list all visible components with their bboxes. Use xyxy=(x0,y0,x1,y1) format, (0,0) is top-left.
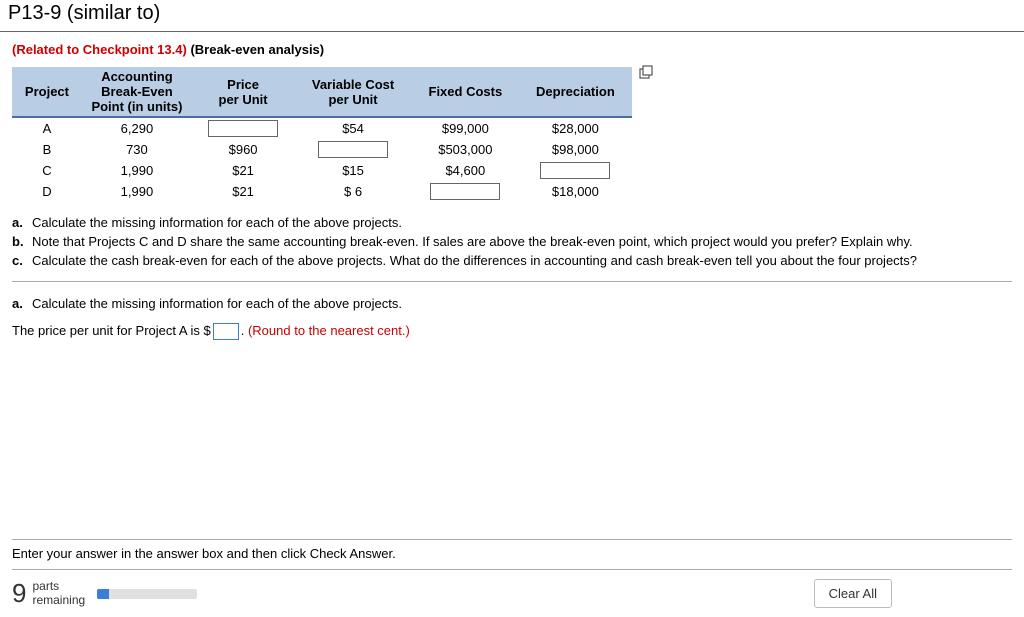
cell-abep: 6,290 xyxy=(82,117,192,139)
cell-depr: $28,000 xyxy=(519,117,632,139)
prompt-post: . xyxy=(241,323,248,338)
cell-fixed xyxy=(412,181,519,202)
col-depr: Depreciation xyxy=(519,67,632,117)
problem-header: P13-9 (similar to) xyxy=(0,0,1024,32)
cell-project: B xyxy=(12,139,82,160)
table-row: C 1,990 $21 $15 $4,600 xyxy=(12,160,632,181)
cell-depr: $98,000 xyxy=(519,139,632,160)
col-varcost: Variable Costper Unit xyxy=(294,67,412,117)
parts-label: parts remaining xyxy=(32,580,85,606)
cell-price: $21 xyxy=(192,181,294,202)
q-text-c: Calculate the cash break-even for each o… xyxy=(32,252,917,271)
col-project: Project xyxy=(12,67,82,117)
table-row: D 1,990 $21 $ 6 $18,000 xyxy=(12,181,632,202)
cell-abep: 1,990 xyxy=(82,160,192,181)
cell-project: C xyxy=(12,160,82,181)
problem-title: P13-9 (similar to) xyxy=(8,2,160,25)
cell-varcost xyxy=(294,139,412,160)
prompt-pre: The price per unit for Project A is $ xyxy=(12,323,211,338)
data-table-wrapper: Project AccountingBreak-EvenPoint (in un… xyxy=(12,67,652,202)
q-text-b: Note that Projects C and D share the sam… xyxy=(32,233,913,252)
cell-project: A xyxy=(12,117,82,139)
q-label-c: c. xyxy=(12,252,32,271)
content-area: (Related to Checkpoint 13.4) (Break-even… xyxy=(0,32,1024,351)
cell-abep: 1,990 xyxy=(82,181,192,202)
blank-input[interactable] xyxy=(430,183,500,200)
blank-input[interactable] xyxy=(318,141,388,158)
cell-project: D xyxy=(12,181,82,202)
blank-input[interactable] xyxy=(208,120,278,137)
col-fixed: Fixed Costs xyxy=(412,67,519,117)
clear-all-button[interactable]: Clear All xyxy=(814,579,892,608)
parts-remaining: 9 parts remaining xyxy=(12,578,197,609)
progress-fill xyxy=(97,589,109,599)
topic-label: (Break-even analysis) xyxy=(190,42,324,57)
cell-price: $960 xyxy=(192,139,294,160)
cell-varcost: $15 xyxy=(294,160,412,181)
parts-count: 9 xyxy=(12,578,26,609)
project-table: Project AccountingBreak-EvenPoint (in un… xyxy=(12,67,632,202)
cell-abep: 730 xyxy=(82,139,192,160)
cell-fixed: $99,000 xyxy=(412,117,519,139)
cell-price xyxy=(192,117,294,139)
q-label-a: a. xyxy=(12,214,32,233)
cell-fixed: $503,000 xyxy=(412,139,519,160)
q-label-b: b. xyxy=(12,233,32,252)
cell-fixed: $4,600 xyxy=(412,160,519,181)
footer-hint: Enter your answer in the answer box and … xyxy=(12,539,1012,570)
cell-varcost: $54 xyxy=(294,117,412,139)
rounding-hint: (Round to the nearest cent.) xyxy=(248,323,410,338)
col-price: Priceper Unit xyxy=(192,67,294,117)
current-label: a. xyxy=(12,294,32,314)
table-row: A 6,290 $54 $99,000 $28,000 xyxy=(12,117,632,139)
cell-depr xyxy=(519,160,632,181)
answer-input[interactable] xyxy=(213,323,239,340)
q-text-a: Calculate the missing information for ea… xyxy=(32,214,402,233)
question-list: a.Calculate the missing information for … xyxy=(12,214,1012,282)
remaining-word: remaining xyxy=(32,593,85,607)
table-row: B 730 $960 $503,000 $98,000 xyxy=(12,139,632,160)
footer: Enter your answer in the answer box and … xyxy=(0,529,1024,617)
footer-bar: 9 parts remaining Clear All xyxy=(12,578,1012,609)
cell-price: $21 xyxy=(192,160,294,181)
parts-word: parts xyxy=(32,579,59,593)
answer-row: The price per unit for Project A is $. (… xyxy=(12,321,1012,341)
progress-bar xyxy=(97,589,197,599)
checkpoint-ref: (Related to Checkpoint 13.4) xyxy=(12,42,187,57)
col-abep: AccountingBreak-EvenPoint (in units) xyxy=(82,67,192,117)
cell-depr: $18,000 xyxy=(519,181,632,202)
cell-varcost: $ 6 xyxy=(294,181,412,202)
blank-input[interactable] xyxy=(540,162,610,179)
popout-icon[interactable] xyxy=(638,65,654,84)
related-line: (Related to Checkpoint 13.4) (Break-even… xyxy=(12,42,1012,57)
current-text: Calculate the missing information for ea… xyxy=(32,294,402,314)
current-part: a. Calculate the missing information for… xyxy=(12,294,1012,341)
